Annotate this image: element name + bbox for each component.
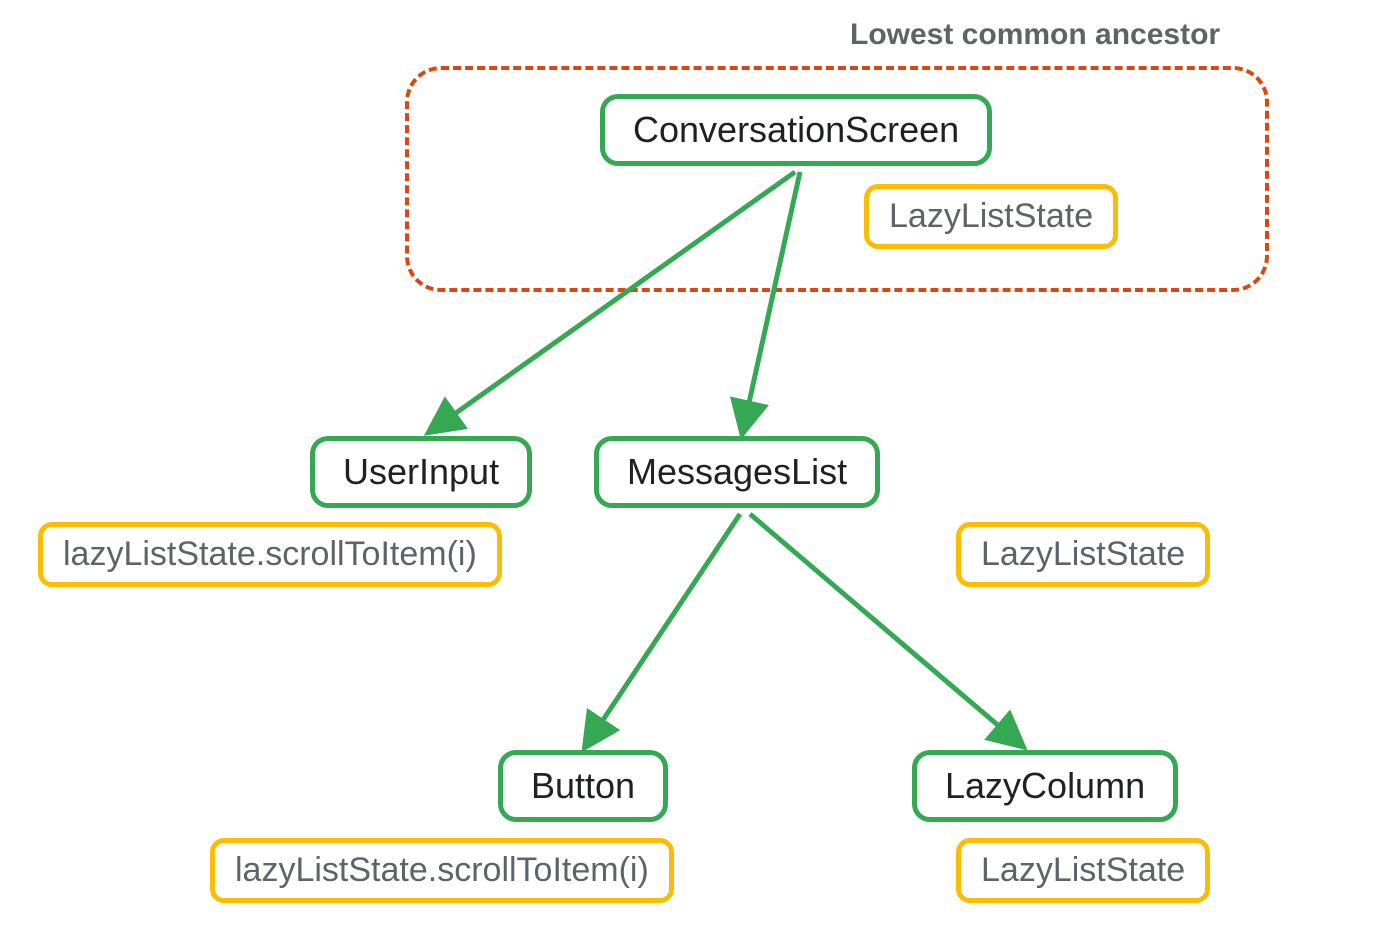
state-label: lazyListState.scrollToItem(i) — [63, 535, 477, 574]
node-user-input: UserInput — [310, 436, 532, 508]
node-conversation-screen: ConversationScreen — [600, 94, 992, 166]
ancestor-label: Lowest common ancestor — [850, 18, 1220, 52]
state-label: LazyListState — [889, 197, 1093, 236]
state-messages-list: LazyListState — [956, 522, 1210, 587]
node-label: LazyColumn — [945, 765, 1145, 807]
arrow-messages-to-button — [587, 514, 740, 744]
node-messages-list: MessagesList — [594, 436, 880, 508]
node-label: ConversationScreen — [633, 109, 959, 151]
node-label: MessagesList — [627, 451, 847, 493]
state-label: LazyListState — [981, 851, 1185, 890]
state-button: lazyListState.scrollToItem(i) — [210, 838, 674, 903]
node-lazy-column: LazyColumn — [912, 750, 1178, 822]
state-user-input: lazyListState.scrollToItem(i) — [38, 522, 502, 587]
node-label: Button — [531, 765, 635, 807]
state-conversation-lazyliststate: LazyListState — [864, 184, 1118, 249]
state-label: LazyListState — [981, 535, 1185, 574]
state-label: lazyListState.scrollToItem(i) — [235, 851, 649, 890]
node-button: Button — [498, 750, 668, 822]
state-lazy-column: LazyListState — [956, 838, 1210, 903]
node-label: UserInput — [343, 451, 499, 493]
